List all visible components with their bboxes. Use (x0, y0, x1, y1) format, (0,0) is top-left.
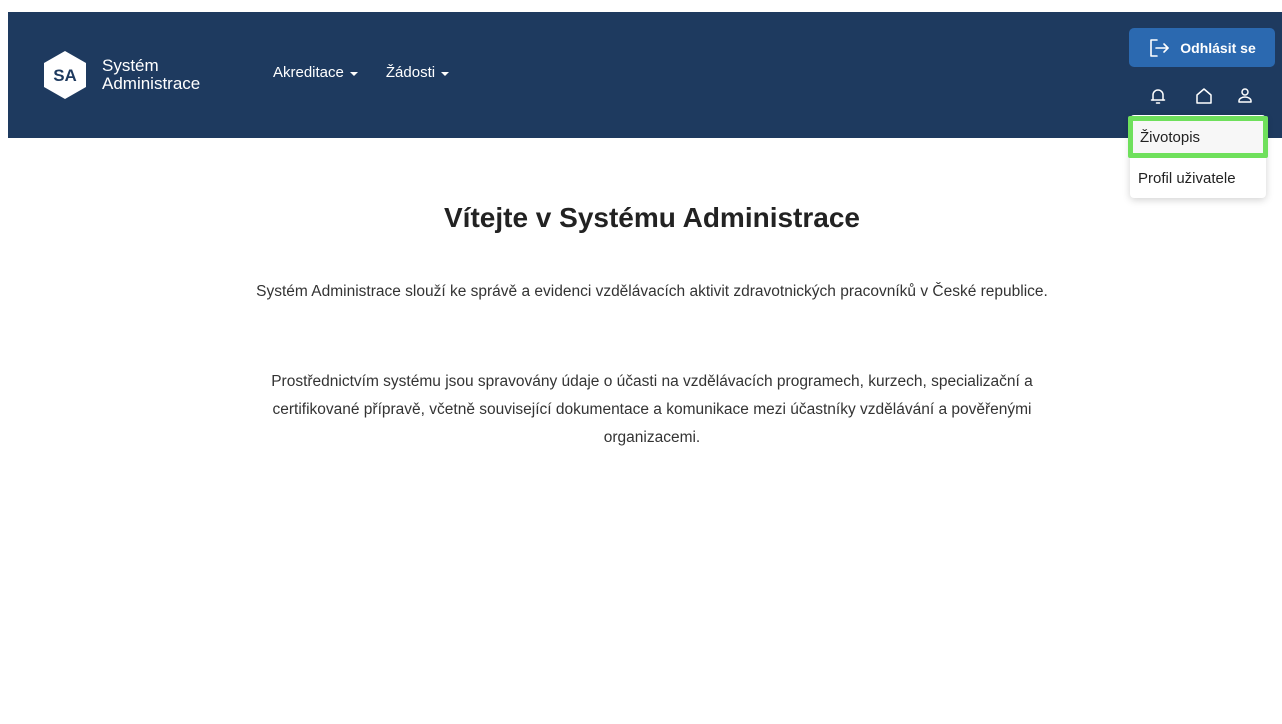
menu-item-zivotopis[interactable]: Životopis (1128, 116, 1268, 158)
nav-zadosti[interactable]: Žádosti (385, 64, 450, 81)
bell-icon (1150, 89, 1166, 104)
home-icon (1196, 88, 1212, 104)
intro-paragraph-1: Systém Administrace slouží ke správě a e… (256, 283, 1048, 300)
intro-paragraph-2: Prostřednictvím systému jsou spravovány … (271, 373, 1033, 446)
logo-line2: Administrace (102, 74, 201, 93)
notifications-button[interactable] (1146, 84, 1170, 108)
caret-down-icon (441, 71, 450, 76)
logo-initials: SA (53, 66, 77, 85)
user-icon (1238, 88, 1252, 103)
page: SA Systém Administrace Akreditace Žádost… (0, 0, 1282, 724)
nav-akreditace-label: Akreditace (273, 64, 344, 81)
logout-button[interactable]: Odhlásit se (1129, 28, 1275, 67)
user-button[interactable] (1233, 84, 1257, 108)
menu-item-profil-uzivatele[interactable]: Profil uživatele (1130, 167, 1266, 191)
hexagon-logo-icon: SA (44, 51, 86, 99)
top-header: SA Systém Administrace Akreditace Žádost… (8, 12, 1282, 138)
logout-icon (1150, 38, 1170, 57)
main-nav: Akreditace Žádosti (273, 64, 450, 81)
user-dropdown-menu: Životopis Profil uživatele (1128, 115, 1268, 198)
logo-line1: Systém (102, 56, 159, 75)
nav-zadosti-label: Žádosti (385, 64, 436, 81)
home-button[interactable] (1192, 84, 1216, 108)
logout-label: Odhlásit se (1180, 39, 1256, 56)
app-logo[interactable]: SA Systém Administrace (42, 50, 200, 100)
logo-text: Systém Administrace (102, 57, 200, 93)
page-title: Vítejte v Systému Administrace (443, 202, 860, 233)
caret-down-icon (349, 71, 358, 76)
nav-akreditace[interactable]: Akreditace (273, 64, 358, 81)
